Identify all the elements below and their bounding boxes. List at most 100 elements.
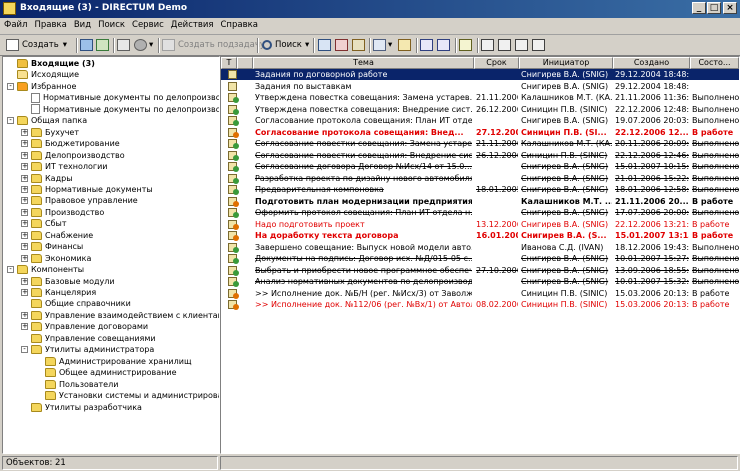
tree-node[interactable]: + Финансы [21,241,83,252]
table-row[interactable]: Согласование протокола совещания: Внед..… [221,127,739,138]
paste-button[interactable] [352,37,365,53]
tree-node[interactable]: + Сбыт [21,218,67,229]
tree-node[interactable]: + Кадры [21,173,73,184]
tree-node[interactable]: + Бюджетирование [21,138,120,149]
tree-node[interactable]: + ИТ технологии [21,161,107,172]
table-row[interactable]: Разработка проекта по дизайну нового авт… [221,173,739,184]
column-header-created[interactable]: Создано [613,57,690,69]
column-header-due[interactable]: Срок [474,57,519,69]
tree-node[interactable]: Нормативные документы по делопроизводств… [21,92,219,103]
collapse-icon[interactable]: - [7,266,14,274]
expand-icon[interactable]: + [21,151,28,159]
tree-node[interactable]: - Утилиты администратора [21,344,154,355]
tree-node[interactable]: Нормативные документы по делопроизводств… [21,104,219,115]
tree-node[interactable]: + Бухучет [21,127,79,138]
sort-button[interactable] [532,37,545,53]
table-row[interactable]: Согласование повестки совещания: Замена … [221,138,739,149]
create-button[interactable]: Создать ▾ [6,37,67,53]
attach-button[interactable]: ▾ [373,37,392,53]
table-row[interactable]: Оформить протокол совещания: План ИТ отд… [221,207,739,218]
expand-icon[interactable]: + [21,185,28,193]
view-details-button[interactable] [437,37,450,53]
tree-node[interactable]: Управление совещаниями [21,333,156,344]
expand-icon[interactable]: + [21,128,28,136]
properties-button[interactable] [398,37,411,53]
tree-node[interactable]: Установки системы и администрирование [35,390,219,401]
tree-node[interactable]: Общее администрирование [35,367,177,378]
maximize-button[interactable]: □ [707,2,721,14]
table-row[interactable]: Завершено совещание: Выпуск новой модели… [221,242,739,253]
tree-node[interactable]: Входящие (3) [7,58,95,69]
search-button[interactable]: Поиск ▾ [262,37,309,53]
group-button[interactable] [498,37,511,53]
tree-node[interactable]: + Управление договорами [21,321,148,332]
table-row[interactable]: Утверждена повестка совещания: Замена ус… [221,92,739,103]
tree-node[interactable]: + Нормативные документы [21,184,153,195]
collapse-icon[interactable]: - [7,82,14,90]
settings-button[interactable]: ▾ [134,37,153,53]
table-row[interactable]: Задания по выставкам Снигирев В.А. (SNIG)… [221,81,739,92]
table-row[interactable]: Утверждена повестка совещания: Внедрение… [221,104,739,115]
expand-icon[interactable]: + [21,208,28,216]
column-header-status[interactable]: Состо... [690,57,739,69]
tree-node[interactable]: Исходящие [7,69,79,80]
table-row[interactable]: Задания по договорной работе Снигирев В.А… [221,69,739,80]
table-row[interactable]: Согласование протокола совещания: План И… [221,115,739,126]
table-row[interactable]: Согласование договора Договор №Исх/14 от… [221,161,739,172]
table-row[interactable]: Согласование повестки совещания: Внедрен… [221,150,739,161]
expand-icon[interactable]: + [21,311,28,319]
tree-node[interactable]: + Производство [21,207,104,218]
tree-node[interactable]: - Компоненты [7,264,84,275]
column-header-subject[interactable]: Тема [253,57,474,69]
table-row[interactable]: >> Исполнение док. №112/06 (рег. №Вх/1) … [221,299,739,310]
expand-icon[interactable]: + [21,243,28,251]
copy-button[interactable] [318,37,331,53]
expand-icon[interactable]: + [21,197,28,205]
menu-file[interactable]: Файл [0,18,30,30]
expand-icon[interactable]: + [21,231,28,239]
table-row[interactable]: Подготовить план модернизации предприяти… [221,196,739,207]
open-button[interactable] [80,37,93,53]
expand-icon[interactable]: + [21,254,28,262]
tree-node[interactable]: + Делопроизводство [21,150,125,161]
table-row[interactable]: Выбрать и приобрести новое программное о… [221,265,739,276]
expand-icon[interactable]: + [21,140,28,148]
columns-button[interactable] [515,37,528,53]
tree-node[interactable]: Утилиты разработчика [21,402,142,413]
collapse-icon[interactable]: - [7,117,14,125]
expand-icon[interactable]: + [21,220,28,228]
expand-icon[interactable]: + [21,163,28,171]
menu-service[interactable]: Сервис [128,18,167,30]
card-button[interactable] [117,37,130,53]
column-header-type[interactable]: Т [221,57,237,69]
menu-edit[interactable]: Правка [30,18,69,30]
menu-search[interactable]: Поиск [94,18,128,30]
tree-node[interactable]: + Управление взаимодействием с клиентами [21,310,219,321]
preview-button[interactable] [481,37,494,53]
collapse-icon[interactable]: - [21,346,28,354]
tree-node[interactable]: + Базовые модули [21,276,115,287]
expand-icon[interactable]: + [21,323,28,331]
close-button[interactable]: × [723,2,737,14]
table-row[interactable]: Анализ нормативных документов по делопро… [221,276,739,287]
table-row[interactable]: Надо подготовить проект 13.12.2006 Снигире… [221,219,739,230]
tree-node[interactable]: - Общая папка [7,115,87,126]
tree-node[interactable]: - Избранное [7,81,76,92]
tree-node[interactable]: + Снабжение [21,230,93,241]
cut-button[interactable] [335,37,348,53]
view-list-button[interactable] [420,37,433,53]
create-subtask-button[interactable]: Создать подзадачу [162,37,265,53]
table-row[interactable]: На доработку текста договора 16.01.2007Сн… [221,230,739,241]
menu-view[interactable]: Вид [70,18,94,30]
tree-node[interactable]: + Правовое управление [21,195,138,206]
filter-button[interactable] [459,37,472,53]
tree-node[interactable]: + Канцелярия [21,287,96,298]
column-header-initiator[interactable]: Инициатор [519,57,613,69]
table-row[interactable]: >> Исполнение док. №Б/Н (рег. №Исх/3) от… [221,288,739,299]
expand-icon[interactable]: + [21,174,28,182]
tree-node[interactable]: Общие справочники [21,298,131,309]
expand-icon[interactable]: + [21,289,28,296]
minimize-button[interactable]: _ [692,2,706,14]
column-header-icon[interactable] [237,57,253,69]
tree-node[interactable]: Администрирование хранилищ [35,356,191,367]
